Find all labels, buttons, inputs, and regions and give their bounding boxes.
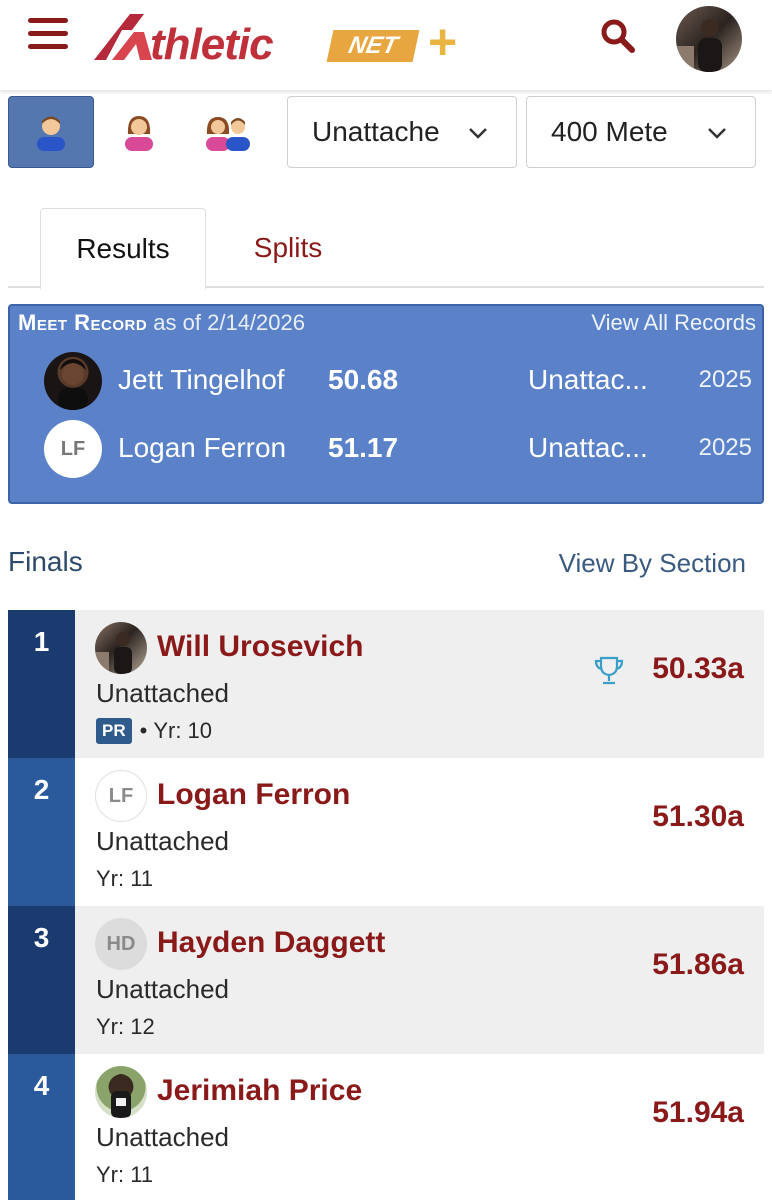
place-number: 1	[8, 610, 75, 758]
record-year: 2025	[698, 434, 752, 461]
record-athlete-name: Jett Tingelhof	[118, 364, 285, 395]
result-mark: 51.94a	[652, 1096, 744, 1129]
result-mark: 50.33a	[652, 652, 744, 685]
athlete-photo-avatar	[95, 622, 147, 674]
team-select[interactable]: Unattache	[287, 96, 517, 168]
place-number: 3	[8, 906, 75, 1054]
logo-net-badge: NET	[326, 30, 420, 62]
athletic-net-logo[interactable]: thletic NET +	[92, 8, 472, 70]
tab-splits[interactable]: Splits	[218, 208, 358, 288]
athlete-initials-avatar: HD	[95, 918, 147, 970]
pr-badge: PR	[96, 718, 132, 744]
meta-separator: •	[139, 718, 148, 743]
filter-bar: Unattache 400 Mete	[0, 96, 772, 170]
male-filter-button[interactable]	[8, 96, 94, 168]
result-row[interactable]: 4 Jerimiah Price Unattached Yr: 11 51.94…	[8, 1054, 764, 1200]
meet-record-as-of: as of 2/14/2026	[153, 310, 305, 335]
athlete-meta: Yr: 12	[96, 1014, 155, 1040]
athlete-meta: Yr: 11	[96, 866, 153, 892]
logo-plus-mark: +	[428, 14, 458, 70]
athlete-team: Unattached	[96, 1122, 229, 1152]
record-team: Unattac...	[528, 432, 648, 463]
place-number: 4	[8, 1054, 75, 1200]
record-row[interactable]: LF Logan Ferron 51.17 Unattac... 2025	[10, 420, 766, 480]
athlete-grade: Yr: 10	[153, 718, 213, 743]
event-select-value: 400 Mete	[551, 116, 668, 147]
athlete-grade: Yr: 11	[96, 1162, 154, 1187]
app-header: thletic NET +	[0, 0, 772, 90]
user-avatar[interactable]	[676, 6, 742, 72]
view-by-section-link[interactable]: View By Section	[559, 548, 746, 579]
hamburger-menu-icon[interactable]	[28, 18, 68, 52]
record-time: 51.17	[328, 432, 399, 463]
both-genders-icon	[206, 117, 250, 151]
athlete-name-link[interactable]: Logan Ferron	[157, 778, 350, 812]
female-filter-button[interactable]	[96, 96, 182, 168]
search-icon[interactable]	[598, 16, 638, 56]
record-row[interactable]: Jett Tingelhof 50.68 Unattac... 2025	[10, 352, 766, 412]
result-row[interactable]: 1 Will Urosevich Unattached PR • Yr: 10 …	[8, 610, 764, 758]
athlete-team: Unattached	[96, 678, 229, 708]
meet-record-panel: Meet Record as of 2/14/2026 View All Rec…	[8, 304, 764, 504]
result-row[interactable]: 3 HD Hayden Daggett Unattached Yr: 12 51…	[8, 906, 764, 1054]
athlete-initials-avatar: LF	[95, 770, 147, 822]
athlete-meta: Yr: 11	[96, 1162, 153, 1188]
athlete-name-link[interactable]: Will Urosevich	[157, 630, 363, 664]
athlete-photo-avatar	[44, 352, 102, 410]
logo-wordmark: thletic	[150, 20, 274, 69]
trophy-icon	[594, 656, 624, 685]
results-tabs: Results Splits	[8, 208, 764, 290]
tab-results[interactable]: Results	[40, 208, 206, 290]
meet-record-title: Meet Record	[18, 310, 148, 335]
team-select-value: Unattache	[312, 116, 440, 147]
athlete-name-link[interactable]: Hayden Daggett	[157, 926, 385, 960]
athlete-initials-avatar: LF	[44, 420, 102, 478]
chevron-down-icon	[708, 128, 726, 139]
result-mark: 51.30a	[652, 800, 744, 833]
athlete-photo-avatar	[95, 1066, 147, 1118]
event-select[interactable]: 400 Mete	[526, 96, 756, 168]
athlete-name-link[interactable]: Jerimiah Price	[157, 1074, 362, 1108]
athlete-grade: Yr: 12	[96, 1014, 155, 1039]
record-athlete-name: Logan Ferron	[118, 432, 287, 463]
place-number: 2	[8, 758, 75, 906]
meet-record-heading: Meet Record as of 2/14/2026	[18, 310, 305, 336]
finals-heading: Finals	[8, 546, 83, 577]
athlete-team: Unattached	[96, 826, 229, 856]
chevron-down-icon	[469, 128, 487, 139]
record-year: 2025	[698, 366, 752, 393]
athlete-meta: PR • Yr: 10	[96, 718, 212, 744]
record-time: 50.68	[328, 364, 399, 395]
result-row[interactable]: 2 LF Logan Ferron Unattached Yr: 11 51.3…	[8, 758, 764, 906]
view-all-records-link[interactable]: View All Records	[591, 310, 756, 336]
both-genders-filter-button[interactable]	[186, 96, 272, 168]
athlete-team: Unattached	[96, 974, 229, 1004]
result-mark: 51.86a	[652, 948, 744, 981]
female-athlete-icon	[125, 116, 153, 151]
athlete-grade: Yr: 11	[96, 866, 154, 891]
male-athlete-icon	[37, 116, 65, 151]
record-team: Unattac...	[528, 364, 648, 395]
